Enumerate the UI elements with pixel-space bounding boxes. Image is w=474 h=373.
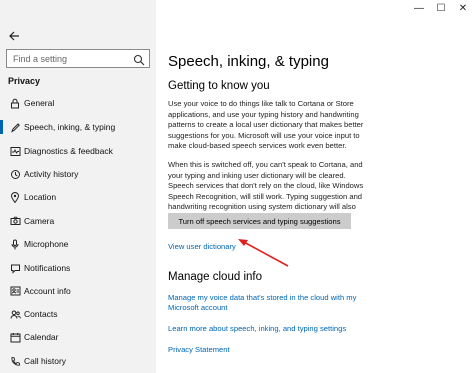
active-indicator xyxy=(0,120,3,134)
manage-voice-data-link[interactable]: Manage my voice data that's stored in th… xyxy=(168,293,373,313)
sidebar-section-label: Privacy xyxy=(8,76,41,86)
privacy-statement-link[interactable]: Privacy Statement xyxy=(168,345,230,354)
view-user-dictionary-link[interactable]: View user dictionary xyxy=(168,242,236,251)
sidebar-item-speech-inking-typing[interactable]: Speech, inking, & typing xyxy=(0,117,156,137)
section-heading-getting-to-know-you: Getting to know you xyxy=(168,80,270,92)
diagnostics-icon xyxy=(9,145,21,157)
sidebar-item-contacts[interactable]: Contacts xyxy=(0,304,156,324)
sidebar-item-label: Contacts xyxy=(24,309,58,319)
sidebar-item-label: Account info xyxy=(24,286,71,296)
account-icon xyxy=(9,285,21,297)
sidebar-item-notifications[interactable]: Notifications xyxy=(0,258,156,278)
camera-icon xyxy=(9,215,21,227)
sidebar-item-account-info[interactable]: Account info xyxy=(0,281,156,301)
sidebar-item-call-history[interactable]: Call history xyxy=(0,351,156,371)
calendar-icon xyxy=(9,331,21,343)
notifications-icon xyxy=(9,262,21,274)
search-icon[interactable] xyxy=(133,53,145,66)
close-icon[interactable]: ✕ xyxy=(452,0,474,16)
window-controls: — ☐ ✕ xyxy=(408,0,474,16)
sidebar-item-location[interactable]: Location xyxy=(0,187,156,207)
minimize-icon[interactable]: — xyxy=(408,0,430,16)
maximize-icon[interactable]: ☐ xyxy=(430,0,452,16)
page-title: Speech, inking, & typing xyxy=(168,53,329,70)
history-icon xyxy=(9,168,21,180)
sidebar-item-label: Camera xyxy=(24,216,55,226)
contacts-icon xyxy=(9,308,21,320)
location-icon xyxy=(9,191,21,203)
microphone-icon xyxy=(9,238,21,250)
section-heading-manage-cloud-info: Manage cloud info xyxy=(168,271,262,283)
sidebar-item-diagnostics-feedback[interactable]: Diagnostics & feedback xyxy=(0,141,156,161)
turn-off-speech-services-button[interactable]: Turn off speech services and typing sugg… xyxy=(168,213,351,229)
sidebar-item-calendar[interactable]: Calendar xyxy=(0,327,156,347)
sidebar-item-microphone[interactable]: Microphone xyxy=(0,234,156,254)
sidebar: Privacy General Speech, inking, & typing… xyxy=(0,0,156,373)
call-history-icon xyxy=(9,355,21,367)
pen-icon xyxy=(9,121,21,133)
sidebar-item-label: Call history xyxy=(24,356,67,366)
annotation-arrow-icon xyxy=(238,239,289,267)
back-arrow-icon[interactable] xyxy=(8,30,20,42)
sidebar-item-activity-history[interactable]: Activity history xyxy=(0,164,156,184)
search-input[interactable] xyxy=(13,53,123,65)
search-box[interactable] xyxy=(6,49,150,68)
sidebar-item-label: Calendar xyxy=(24,332,59,342)
content-pane: — ☐ ✕ Speech, inking, & typing Getting t… xyxy=(156,0,474,373)
lock-icon xyxy=(9,97,21,109)
sidebar-item-label: Location xyxy=(24,192,57,202)
sidebar-item-label: Activity history xyxy=(24,169,79,179)
sidebar-item-camera[interactable]: Camera xyxy=(0,211,156,231)
sidebar-item-label: General xyxy=(24,98,55,108)
learn-more-speech-settings-link[interactable]: Learn more about speech, inking, and typ… xyxy=(168,324,346,333)
sidebar-item-label: Microphone xyxy=(24,239,69,249)
description-paragraph: Use your voice to do things like talk to… xyxy=(168,99,364,151)
sidebar-item-label: Notifications xyxy=(24,263,71,273)
sidebar-item-general[interactable]: General xyxy=(0,93,156,113)
sidebar-item-label: Diagnostics & feedback xyxy=(24,146,113,156)
sidebar-item-label: Speech, inking, & typing xyxy=(24,122,116,132)
